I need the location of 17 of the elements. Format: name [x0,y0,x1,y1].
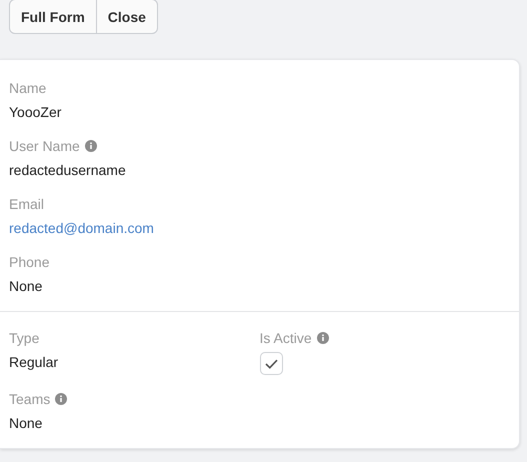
field-label: Phone [9,254,50,270]
field-value: YoooZer [9,103,62,122]
field-value: redactedusername [9,161,127,180]
checkmark-icon [264,358,278,368]
field-value: Regular [9,353,60,372]
field-label: Email [9,196,44,212]
field-label: User Name [9,138,80,154]
field-label: Type [9,330,40,346]
field-label: Is Active [260,330,312,346]
checkbox[interactable] [260,352,282,375]
toolbar-button[interactable]: Close [96,0,158,34]
field-value: None [9,277,44,296]
toolbar-button[interactable]: Full Form [9,0,97,34]
field-label: Name [9,80,46,96]
email-link[interactable]: redacted@domain.com [9,218,510,238]
field-value: None [9,414,44,433]
field-label: Teams [9,391,50,407]
